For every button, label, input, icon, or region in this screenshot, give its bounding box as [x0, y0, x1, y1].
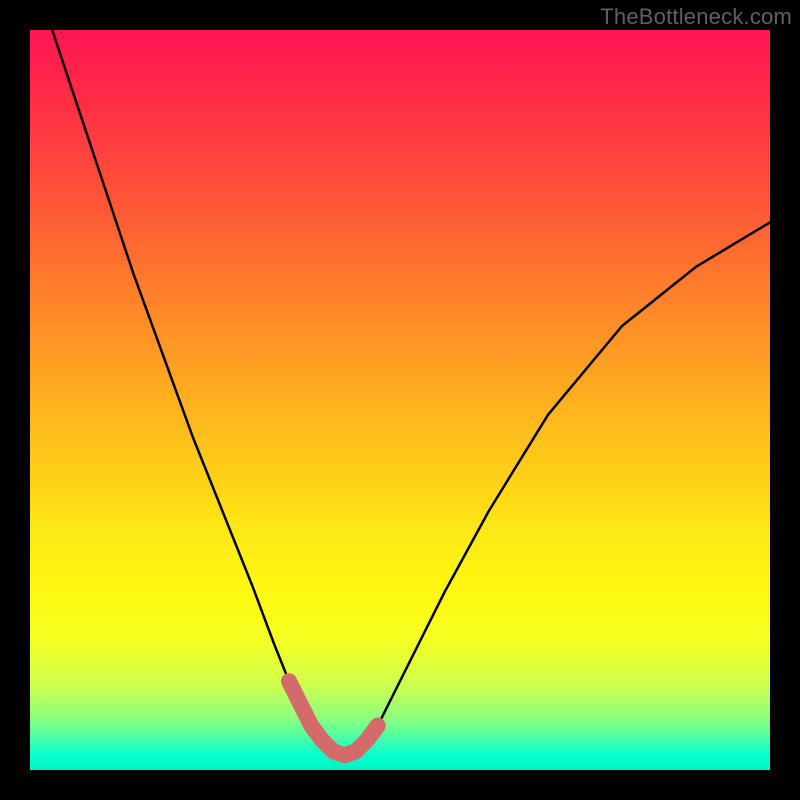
watermark-text: TheBottleneck.com	[600, 4, 792, 30]
optimal-zone-highlight	[289, 681, 378, 755]
plot-area	[30, 30, 770, 770]
chart-frame: TheBottleneck.com	[0, 0, 800, 800]
bottleneck-curve	[52, 30, 770, 755]
curve-svg	[30, 30, 770, 770]
